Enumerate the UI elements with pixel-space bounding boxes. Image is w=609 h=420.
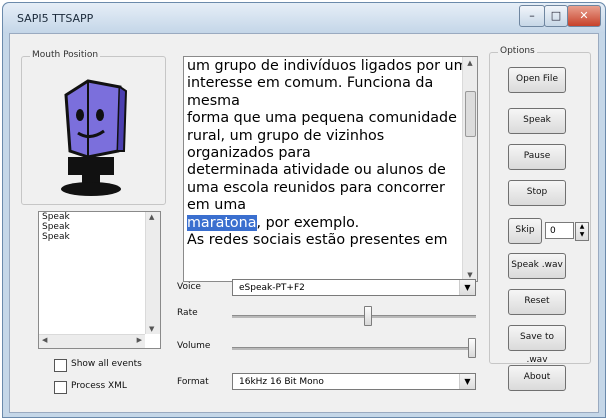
text-input-area[interactable]: um grupo de indivíduos ligados por um in…	[183, 56, 478, 282]
events-vscrollbar[interactable]: ▲ ▼	[145, 212, 160, 334]
scroll-up-icon[interactable]: ▲	[149, 213, 154, 221]
text-line-highlighted: maratona, por exemplo.	[187, 214, 457, 232]
app-window: SAPI5 TTSAPP – □ ✕ Mouth Position Speak …	[2, 2, 606, 418]
scrollbar-thumb[interactable]	[465, 91, 476, 137]
text-line: determinada atividade ou alunos de	[187, 162, 446, 179]
rate-slider-thumb[interactable]	[364, 306, 372, 326]
text-line: rural, um grupo de vizinhos	[187, 127, 385, 144]
mouth-position-group: Mouth Position	[21, 50, 166, 205]
highlighted-word: maratona	[187, 214, 257, 231]
text-vscrollbar[interactable]: ▲ ▼	[462, 57, 477, 281]
minimize-button[interactable]: –	[519, 5, 545, 27]
options-group: Options	[489, 46, 591, 364]
process-xml-checkbox[interactable]	[54, 381, 67, 394]
skip-spinner[interactable]: ▲ ▼	[575, 222, 589, 241]
volume-label: Volume	[177, 341, 211, 351]
chevron-down-icon[interactable]: ▼	[459, 374, 475, 389]
robot-mouth-image	[61, 79, 128, 196]
open-file-button[interactable]: Open File	[508, 67, 566, 93]
pause-button[interactable]: Pause	[508, 144, 566, 170]
close-button[interactable]: ✕	[567, 5, 601, 27]
rate-label: Rate	[177, 308, 198, 318]
scroll-left-icon[interactable]: ◀	[42, 336, 47, 344]
options-label: Options	[498, 46, 537, 56]
events-hscrollbar[interactable]: ◀ ▶	[39, 334, 145, 348]
show-all-events-label[interactable]: Show all events	[71, 359, 142, 369]
scroll-right-icon[interactable]: ▶	[137, 336, 142, 344]
save-to-wav-button[interactable]: Save to .wav	[508, 325, 566, 365]
event-item[interactable]: Speak	[39, 232, 160, 242]
text-line-partial: As redes sociais estão presentes em	[187, 232, 448, 249]
voice-value: eSpeak-PT+F2	[239, 283, 305, 293]
about-button[interactable]: About	[508, 365, 566, 391]
skip-count-input[interactable]: 0	[545, 222, 574, 239]
scroll-up-icon[interactable]: ▲	[463, 59, 477, 67]
voice-select[interactable]: eSpeak-PT+F2 ▼	[232, 279, 476, 296]
voice-label: Voice	[177, 282, 201, 292]
event-item[interactable]: Speak	[39, 212, 160, 222]
scroll-down-icon[interactable]: ▼	[149, 325, 154, 333]
text-line: em uma	[187, 197, 247, 214]
maximize-button[interactable]: □	[544, 5, 568, 27]
format-select[interactable]: 16kHz 16 Bit Mono ▼	[232, 373, 476, 390]
volume-slider[interactable]	[232, 336, 476, 360]
mouth-position-label: Mouth Position	[30, 50, 101, 60]
format-value: 16kHz 16 Bit Mono	[239, 377, 324, 387]
rate-slider-track	[232, 315, 476, 318]
text-after-highlight: , por exemplo.	[256, 214, 360, 231]
speak-wav-button[interactable]: Speak .wav	[508, 253, 566, 279]
process-xml-label[interactable]: Process XML	[71, 381, 127, 391]
skip-button[interactable]: Skip	[508, 218, 542, 244]
chevron-down-icon[interactable]: ▼	[459, 280, 475, 295]
event-item[interactable]: Speak	[39, 222, 160, 232]
scroll-down-icon[interactable]: ▼	[463, 271, 477, 279]
volume-slider-track	[232, 347, 476, 350]
text-line: um grupo de indivíduos ligados por um	[187, 58, 468, 74]
title-bar[interactable]: SAPI5 TTSAPP – □ ✕	[3, 3, 605, 33]
window-title: SAPI5 TTSAPP	[17, 12, 94, 25]
reset-button[interactable]: Reset	[508, 289, 566, 315]
client-area: Mouth Position Speak Speak Speak ◀ ▶ ▲ ▼…	[9, 33, 599, 413]
events-list[interactable]: Speak Speak Speak ◀ ▶ ▲ ▼	[38, 211, 161, 349]
text-line: forma que uma pequena comunidade	[187, 110, 457, 127]
text-line: uma escola reunidos para concorrer	[187, 179, 445, 196]
format-label: Format	[177, 377, 209, 387]
text-content[interactable]: um grupo de indivíduos ligados por um in…	[187, 58, 468, 249]
rate-slider[interactable]	[232, 304, 476, 328]
text-line: interesse em comum. Funciona da	[187, 75, 434, 92]
speak-button[interactable]: Speak	[508, 108, 566, 134]
stop-button[interactable]: Stop	[508, 180, 566, 206]
volume-slider-thumb[interactable]	[468, 338, 476, 358]
show-all-events-checkbox[interactable]	[54, 359, 67, 372]
text-line: mesma	[187, 92, 240, 109]
text-line: organizados para	[187, 145, 311, 162]
